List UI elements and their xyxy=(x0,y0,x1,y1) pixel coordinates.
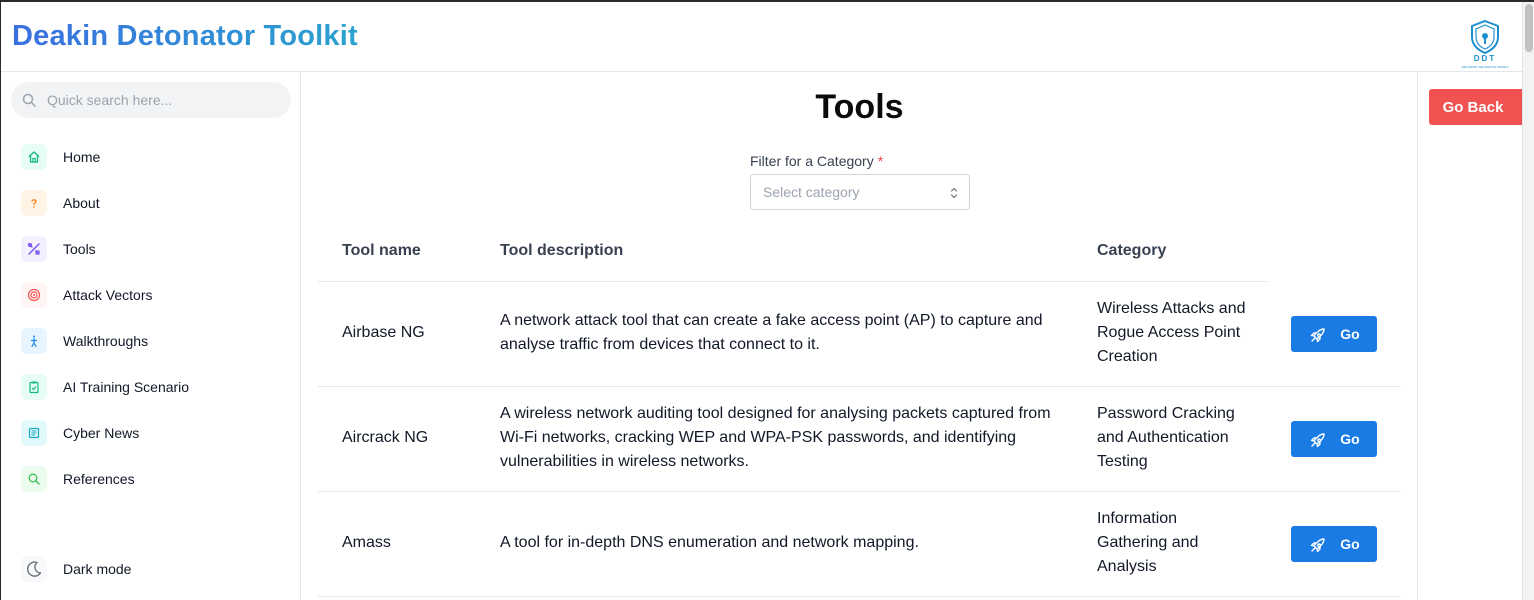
sidebar-item-label: Tools xyxy=(63,241,96,257)
table-header-divider xyxy=(318,281,1267,282)
required-mark: * xyxy=(877,153,884,169)
row-divider xyxy=(318,596,1401,597)
target-icon xyxy=(21,282,47,308)
app-header: Deakin Detonator Toolkit DDT SECURING TH… xyxy=(1,2,1523,72)
category-select-placeholder: Select category xyxy=(763,184,860,200)
sidebar-item-cyber-news[interactable]: Cyber News xyxy=(21,419,281,447)
quick-search[interactable] xyxy=(11,82,291,118)
search-icon xyxy=(21,466,47,492)
rocket-icon xyxy=(1311,328,1325,343)
main-content: Tools Filter for a Category * Select cate… xyxy=(302,72,1417,600)
go-button[interactable]: Go xyxy=(1291,316,1377,352)
tool-name-cell: Airbase NG xyxy=(342,324,425,341)
search-input[interactable] xyxy=(47,82,277,118)
news-icon xyxy=(21,420,47,446)
tool-category-cell: Wireless Attacks and Rogue Access Point … xyxy=(1097,300,1246,365)
sidebar-item-references[interactable]: References xyxy=(21,465,281,493)
go-button-label: Go xyxy=(1340,536,1360,552)
clipboard-icon xyxy=(21,374,47,400)
sidebar-item-attack-vectors[interactable]: Attack Vectors xyxy=(21,281,281,309)
tool-description-cell: A tool for in-depth DNS enumeration and … xyxy=(500,534,919,551)
go-button[interactable]: Go xyxy=(1291,421,1377,457)
sidebar-item-label: About xyxy=(63,195,100,211)
dark-mode-toggle[interactable]: Dark mode xyxy=(21,555,281,583)
sidebar-item-about[interactable]: About xyxy=(21,189,281,217)
sidebar-item-home[interactable]: Home xyxy=(21,143,281,171)
moon-icon xyxy=(21,556,47,582)
tool-category-cell: Information Gathering and Analysis xyxy=(1097,510,1199,575)
sidebar-item-label: Attack Vectors xyxy=(63,287,153,303)
sidebar-item-label: Cyber News xyxy=(63,425,140,441)
category-select[interactable]: Select category xyxy=(750,174,970,210)
sidebar: Home About Tools Attack Vectors Walkthro… xyxy=(1,72,301,600)
tool-name-cell: Aircrack NG xyxy=(342,429,429,446)
app-title[interactable]: Deakin Detonator Toolkit xyxy=(12,20,358,53)
tool-description-cell: A network attack tool that can create a … xyxy=(500,312,1043,353)
sidebar-item-tools[interactable]: Tools xyxy=(21,235,281,263)
logo-text: DDT xyxy=(1473,54,1497,63)
chevron-updown-icon xyxy=(950,187,958,199)
go-button-label: Go xyxy=(1340,326,1360,342)
go-back-button[interactable]: Go Back xyxy=(1429,89,1525,125)
column-header-tool-name: Tool name xyxy=(342,242,421,259)
tool-description-cell: A wireless network auditing tool designe… xyxy=(500,405,1051,470)
shield-logo-icon xyxy=(1471,19,1499,55)
row-divider xyxy=(318,491,1401,492)
page-scrollbar[interactable] xyxy=(1522,2,1534,600)
sidebar-item-ai-training-scenario[interactable]: AI Training Scenario xyxy=(21,373,281,401)
page-title: Tools xyxy=(815,88,904,126)
rocket-icon xyxy=(1311,433,1325,448)
sidebar-item-label: Walkthroughs xyxy=(63,333,149,349)
go-button-label: Go xyxy=(1340,431,1360,447)
logo-subtext: SECURING THE DIGITAL WORLD xyxy=(1461,65,1509,69)
filter-label: Filter for a Category * xyxy=(750,153,883,169)
tool-name-cell: Amass xyxy=(342,534,391,551)
walk-icon xyxy=(21,328,47,354)
dark-mode-label: Dark mode xyxy=(63,561,132,577)
sidebar-item-label: AI Training Scenario xyxy=(63,379,190,395)
sidebar-item-label: Home xyxy=(63,149,101,165)
rocket-icon xyxy=(1311,538,1325,553)
filter-label-text: Filter for a Category xyxy=(750,153,874,169)
sidebar-item-label: References xyxy=(63,471,135,487)
column-header-tool-description: Tool description xyxy=(500,242,624,259)
tools-icon xyxy=(21,236,47,262)
sidebar-item-walkthroughs[interactable]: Walkthroughs xyxy=(21,327,281,355)
right-panel: Go Back xyxy=(1417,72,1525,600)
column-header-category: Category xyxy=(1097,242,1167,259)
tool-category-cell: Password Cracking and Authentication Tes… xyxy=(1097,405,1235,470)
home-icon xyxy=(21,144,47,170)
scrollbar-thumb[interactable] xyxy=(1525,4,1533,52)
row-divider xyxy=(318,386,1401,387)
search-icon xyxy=(22,93,36,107)
question-icon xyxy=(21,190,47,216)
go-button[interactable]: Go xyxy=(1291,526,1377,562)
app-logo: DDT SECURING THE DIGITAL WORLD xyxy=(1456,18,1514,72)
